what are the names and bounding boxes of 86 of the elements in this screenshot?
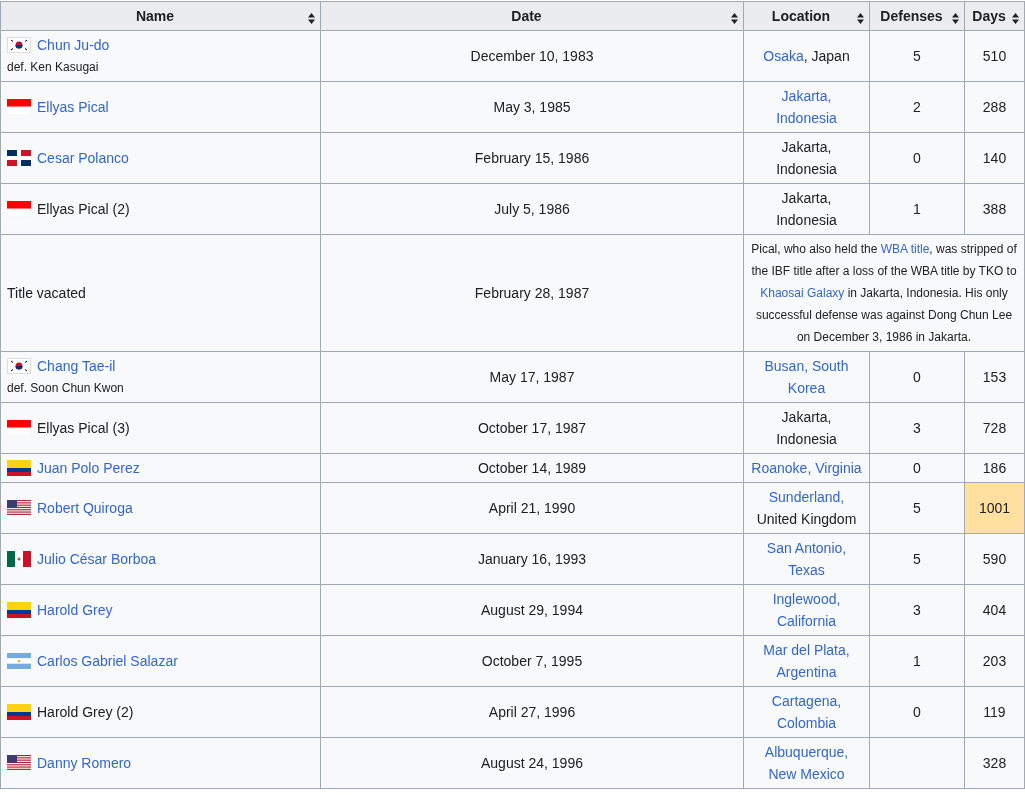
sort-icon (952, 13, 959, 24)
table-cell: August 24, 1996 (320, 737, 744, 789)
table-cell: 1 (869, 183, 965, 235)
flag-icon (7, 201, 31, 217)
table-cell: 203 (964, 635, 1025, 687)
location-text: Jakarta, Indonesia (775, 408, 838, 449)
column-header[interactable]: Name (0, 1, 321, 31)
column-header[interactable]: Date (320, 1, 744, 31)
table-cell: July 5, 1986 (320, 183, 744, 235)
table-cell: 5 (869, 533, 965, 585)
note-text: Pical, who also held the WBA title, was stripped of the IBF title after a loss of the WBA title by TKO to Khaosai Galaxy in Jakarta, Indonesia. His only successful defense was against Dong Chun Lee on December 3, 1986 in Jakarta. (750, 241, 1018, 346)
column-header[interactable]: Days (964, 1, 1025, 31)
table-cell: January 16, 1993 (320, 533, 744, 585)
sort-icon (1012, 13, 1019, 24)
sort-icon (308, 13, 315, 24)
table-cell: 186 (964, 453, 1025, 483)
table-cell: 0 (869, 351, 965, 403)
table-cell: 0 (869, 132, 965, 184)
table-cell: 388 (964, 183, 1025, 235)
location-link[interactable]: Osaka (763, 45, 804, 67)
flag-icon (7, 420, 31, 436)
table-cell: 1 (869, 635, 965, 687)
boxer-name-link[interactable]: Danny Romero (37, 752, 132, 774)
table-cell: December 10, 1983 (320, 30, 744, 82)
flag-icon (7, 150, 31, 166)
boxer-name: Harold Grey (2) (37, 703, 134, 722)
table-cell: 288 (964, 81, 1025, 133)
table-cell: February 28, 1987 (320, 234, 744, 352)
boxer-name: Title vacated (7, 284, 86, 303)
boxer-name-link[interactable]: Chun Ju-do (37, 34, 110, 56)
table-cell: 5 (869, 482, 965, 534)
table-cell: 328 (964, 737, 1025, 789)
flag-icon (7, 37, 31, 53)
boxer-name: Ellyas Pical (2) (37, 200, 130, 219)
table-cell: May 17, 1987 (320, 351, 744, 403)
table-cell: October 17, 1987 (320, 402, 744, 454)
table-cell: 0 (869, 453, 965, 483)
table-cell: April 27, 1996 (320, 686, 744, 738)
table-cell: 3 (869, 402, 965, 454)
table-cell: 1001 (964, 482, 1025, 534)
defeated-text: def. Soon Chun Kwon (7, 380, 125, 397)
table-cell: 510 (964, 30, 1025, 82)
table-cell: August 29, 1994 (320, 584, 744, 636)
location-text: United Kingdom (756, 510, 857, 529)
flag-icon (7, 704, 31, 720)
boxer-name-link[interactable]: Julio César Borboa (37, 548, 157, 570)
note-link[interactable]: Khaosai Galaxy (760, 286, 845, 300)
table-cell: October 14, 1989 (320, 453, 744, 483)
defeated-text: def. Ken Kasugai (7, 59, 100, 76)
boxer-name: Ellyas Pical (3) (37, 419, 130, 438)
column-header[interactable]: Location (743, 1, 870, 31)
sort-icon (731, 13, 738, 24)
boxer-name-link[interactable]: Harold Grey (37, 599, 113, 621)
table-cell: April 21, 1990 (320, 482, 744, 534)
table-cell: 590 (964, 533, 1025, 585)
table-cell: 119 (964, 686, 1025, 738)
table-cell: 0 (869, 686, 965, 738)
table-cell: 404 (964, 584, 1025, 636)
table-cell: 728 (964, 402, 1025, 454)
flag-icon (7, 500, 31, 516)
location-text: Jakarta, Indonesia (775, 189, 838, 230)
flag-icon (7, 99, 31, 115)
flag-icon (7, 551, 31, 567)
location-text: , Japan (803, 47, 850, 66)
flag-icon (7, 602, 31, 618)
table-cell: 2 (869, 81, 965, 133)
table-cell: October 7, 1995 (320, 635, 744, 687)
table-cell: 140 (964, 132, 1025, 184)
flag-icon (7, 755, 31, 771)
column-header[interactable]: Defenses (869, 1, 965, 31)
location-text: Jakarta, Indonesia (775, 138, 838, 179)
boxer-name-link[interactable]: Chang Tae-il (37, 355, 116, 377)
boxer-name-link[interactable]: Cesar Polanco (37, 147, 129, 169)
sort-icon (857, 13, 864, 24)
flag-icon (7, 460, 31, 476)
flag-icon (7, 358, 31, 374)
table-cell: 5 (869, 30, 965, 82)
boxer-name-link[interactable]: Robert Quiroga (37, 497, 133, 519)
boxer-name-link[interactable]: Carlos Gabriel Salazar (37, 650, 178, 672)
location-link[interactable]: Sunderland, (768, 486, 845, 508)
table-cell: 153 (964, 351, 1025, 403)
boxer-name-link[interactable]: Ellyas Pical (37, 96, 109, 118)
table-cell: May 3, 1985 (320, 81, 744, 133)
flag-icon (7, 653, 31, 669)
table-cell: 3 (869, 584, 965, 636)
table-cell: February 15, 1986 (320, 132, 744, 184)
